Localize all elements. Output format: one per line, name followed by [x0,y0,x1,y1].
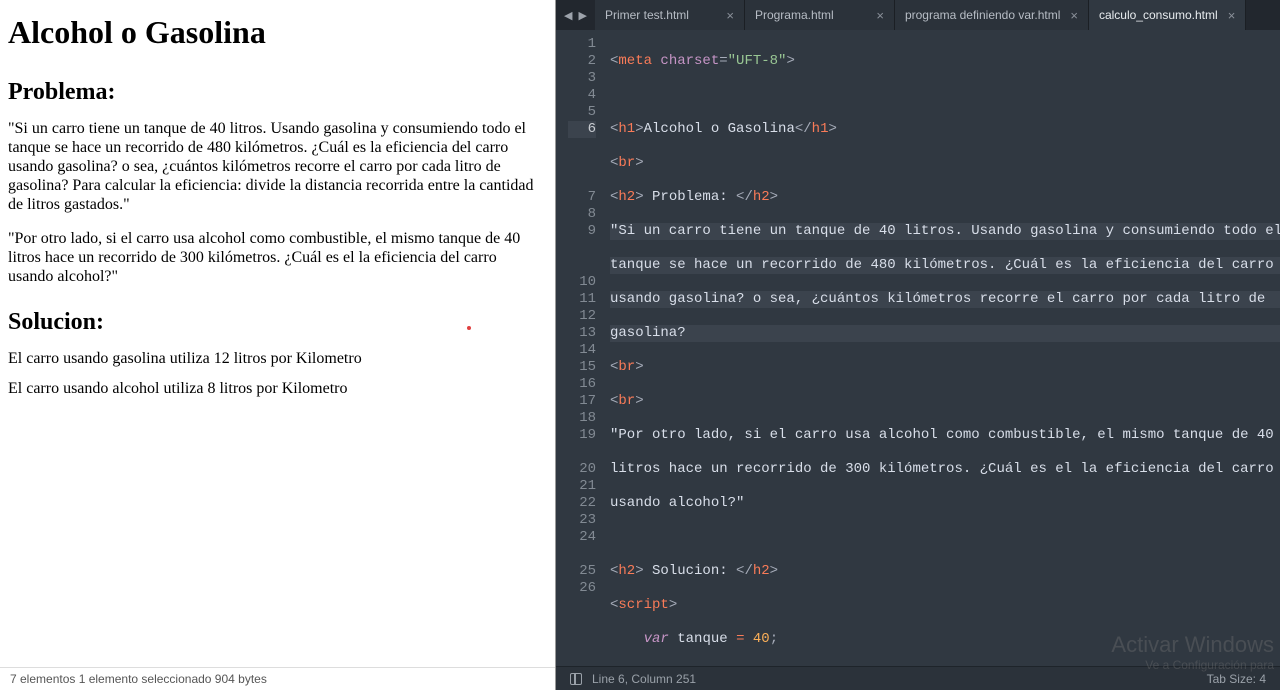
h2-problema-text: Problema: [644,189,736,205]
code-text: gasolina? [610,325,686,341]
close-icon[interactable]: × [1070,8,1078,23]
var-value: 480 [719,665,744,666]
code-text: "Si un carro tiene un tanque de 40 litro… [610,223,1280,239]
code-text: usando alcohol?" [610,495,744,511]
h2-solucion-text: Solucion: [644,563,736,579]
code-area[interactable]: 1 2 3 4 5 6 7 8 9 10 11 12 13 14 15 [556,30,1280,666]
editor-tab-bar: ◀ ▶ Primer test.html × Programa.html × p… [556,0,1280,30]
var-value: 40 [753,631,770,647]
result-gasolina: El carro usando gasolina utiliza 12 litr… [8,350,547,368]
editor-status-bar: Line 6, Column 251 Tab Size: 4 [556,666,1280,690]
code-text: litros hace un recorrido de 300 kilómetr… [610,461,1274,477]
panel-icon[interactable] [570,673,582,685]
tab-label: programa definiendo var.html [905,8,1060,22]
tab-label: Programa.html [755,8,834,22]
devtools-status: 7 elementos 1 elemento seleccionado 904 … [0,667,555,690]
chevron-right-icon[interactable]: ▶ [578,9,586,22]
code-text: "Por otro lado, si el carro usa alcohol … [610,427,1274,443]
line-number-gutter: 1 2 3 4 5 6 7 8 9 10 11 12 13 14 15 [568,30,604,666]
cursor-dot-icon [467,326,471,330]
chevron-left-icon[interactable]: ◀ [564,9,572,22]
result-alcohol: El carro usando alcohol utiliza 8 litros… [8,380,547,398]
tab-size-indicator[interactable]: Tab Size: 4 [1207,672,1266,686]
meta-charset-value: "UFT-8" [728,53,787,69]
var-name: tanque [677,631,727,647]
close-icon[interactable]: × [726,8,734,23]
app-root: Alcohol o Gasolina Problema: "Si un carr… [0,0,1280,690]
tab-calculo-consumo[interactable]: calculo_consumo.html × [1089,0,1246,30]
h1-text: Alcohol o Gasolina [644,121,795,137]
gutter-margin [556,30,568,666]
heading-solucion: Solucion: [8,309,547,336]
tab-programa[interactable]: Programa.html × [745,0,895,30]
browser-preview-pane: Alcohol o Gasolina Problema: "Si un carr… [0,0,556,690]
heading-problema: Problema: [8,79,547,106]
code-content[interactable]: <meta charset="UFT-8"> <h1>Alcohol o Gas… [604,30,1280,666]
tab-nav-arrows[interactable]: ◀ ▶ [556,9,595,22]
tab-label: calculo_consumo.html [1099,8,1218,22]
close-icon[interactable]: × [1228,8,1236,23]
tab-programa-var[interactable]: programa definiendo var.html × [895,0,1089,30]
code-text: tanque se hace un recorrido de 480 kilóm… [610,257,1274,273]
cursor-position: Line 6, Column 251 [592,672,696,686]
var-name: km [677,665,694,666]
page-title: Alcohol o Gasolina [8,14,547,51]
problem-paragraph-1: "Si un carro tiene un tanque de 40 litro… [8,120,538,214]
tab-label: Primer test.html [605,8,689,22]
problem-paragraph-2: "Por otro lado, si el carro usa alcohol … [8,230,538,287]
tab-primer-test[interactable]: Primer test.html × [595,0,745,30]
code-editor-pane: ◀ ▶ Primer test.html × Programa.html × p… [556,0,1280,690]
code-text: usando gasolina? o sea, ¿cuántos kilómet… [610,291,1265,307]
close-icon[interactable]: × [876,8,884,23]
